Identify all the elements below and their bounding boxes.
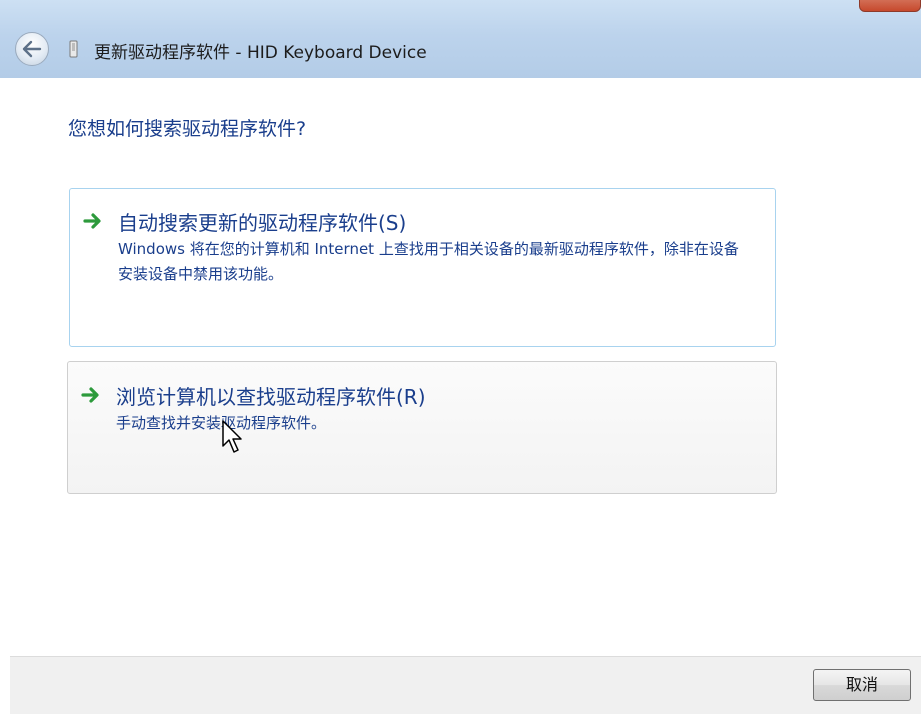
- back-arrow-icon: [22, 40, 42, 58]
- device-icon: [69, 40, 78, 58]
- dialog-content: 您想如何搜索驱动程序软件? 自动搜索更新的驱动程序软件(S) Windows 将…: [10, 78, 921, 656]
- browse-computer-option[interactable]: 浏览计算机以查找驱动程序软件(R) 手动查找并安装驱动程序软件。: [67, 361, 777, 494]
- close-button[interactable]: [859, 0, 921, 12]
- back-button[interactable]: [15, 32, 49, 66]
- mouse-cursor-icon: [222, 420, 242, 453]
- page-heading: 您想如何搜索驱动程序软件?: [68, 118, 307, 140]
- title-bar: 更新驱动程序软件 - HID Keyboard Device: [0, 0, 921, 78]
- auto-search-option[interactable]: 自动搜索更新的驱动程序软件(S) Windows 将在您的计算机和 Intern…: [69, 188, 776, 347]
- auto-search-title: 自动搜索更新的驱动程序软件(S): [118, 211, 407, 235]
- browse-computer-title: 浏览计算机以查找驱动程序软件(R): [116, 385, 426, 409]
- window-title: 更新驱动程序软件 - HID Keyboard Device: [94, 43, 427, 63]
- cancel-button[interactable]: 取消: [813, 669, 911, 701]
- browse-computer-description: 手动查找并安装驱动程序软件。: [116, 414, 327, 432]
- green-arrow-icon: [81, 387, 99, 403]
- green-arrow-icon: [83, 213, 101, 229]
- dialog-footer: 取消: [10, 656, 921, 714]
- auto-search-description: Windows 将在您的计算机和 Internet 上查找用于相关设备的最新驱动…: [118, 240, 739, 283]
